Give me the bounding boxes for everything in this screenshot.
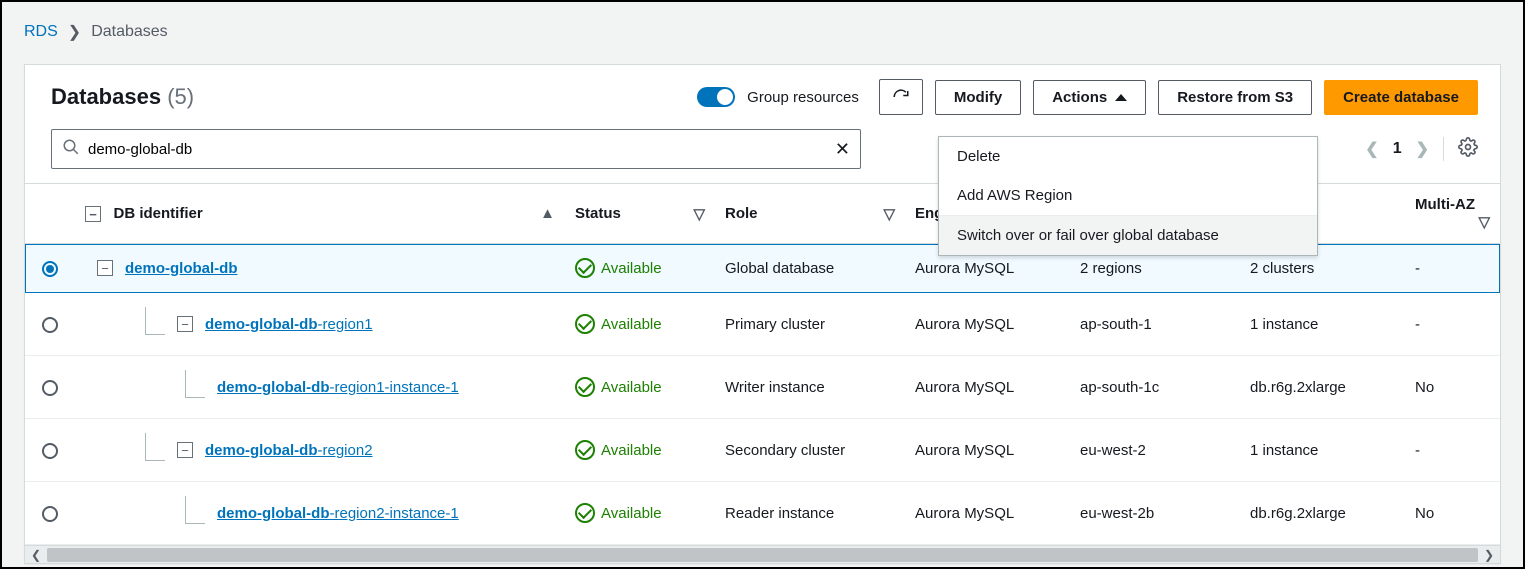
status-badge: Available <box>575 440 662 460</box>
cell-engine: Aurora MySQL <box>905 293 1070 356</box>
horizontal-scrollbar[interactable]: ❮ ❯ <box>25 545 1500 563</box>
cell-role: Writer instance <box>715 356 905 419</box>
db-identifier-link[interactable]: demo-global-db <box>125 260 238 277</box>
refresh-button[interactable] <box>879 79 923 115</box>
tree-line-icon <box>185 370 205 398</box>
sort-icon: ▽ <box>1478 213 1490 231</box>
cell-size: db.r6g.2xlarge <box>1240 482 1405 545</box>
search-box: ✕ <box>51 129 861 169</box>
caret-up-icon <box>1115 94 1127 101</box>
cell-multiaz: - <box>1405 293 1500 356</box>
title-count: (5) <box>167 84 194 109</box>
cell-engine: Aurora MySQL <box>905 482 1070 545</box>
scroll-right-icon[interactable]: ❯ <box>1484 548 1494 562</box>
page-number: 1 <box>1393 140 1402 158</box>
settings-icon[interactable] <box>1458 137 1478 162</box>
check-circle-icon <box>575 503 595 523</box>
search-input[interactable] <box>80 141 835 158</box>
col-multiaz[interactable]: Multi-AZ ▽ <box>1405 184 1500 244</box>
db-identifier-link[interactable]: demo-global-db-region1-instance-1 <box>217 379 459 396</box>
cell-multiaz: No <box>1405 356 1500 419</box>
tree-line-icon <box>145 307 165 335</box>
cell-engine: Aurora MySQL <box>905 419 1070 482</box>
table-row[interactable]: demo-global-db-region1-instance-1 Availab… <box>25 356 1500 419</box>
cell-role: Global database <box>715 244 905 293</box>
select-radio[interactable] <box>42 380 58 396</box>
col-status[interactable]: Status▽ <box>565 184 715 244</box>
scroll-thumb[interactable] <box>47 548 1478 562</box>
tree-line-icon <box>185 496 205 524</box>
cell-role: Secondary cluster <box>715 419 905 482</box>
cell-size: db.r6g.2xlarge <box>1240 356 1405 419</box>
check-circle-icon <box>575 440 595 460</box>
actions-menu-add-region[interactable]: Add AWS Region <box>939 176 1317 215</box>
cell-multiaz: - <box>1405 419 1500 482</box>
group-resources-label: Group resources <box>747 89 859 106</box>
cell-multiaz: - <box>1405 244 1500 293</box>
cell-role: Primary cluster <box>715 293 905 356</box>
check-circle-icon <box>575 258 595 278</box>
actions-dropdown: Delete Add AWS Region Switch over or fai… <box>938 136 1318 256</box>
divider <box>1443 137 1444 161</box>
status-badge: Available <box>575 377 662 397</box>
actions-menu-switchover[interactable]: Switch over or fail over global database <box>939 215 1317 255</box>
cell-size: 1 instance <box>1240 293 1405 356</box>
scroll-left-icon[interactable]: ❮ <box>31 548 41 562</box>
actions-button[interactable]: Actions <box>1033 80 1146 115</box>
db-identifier-link[interactable]: demo-global-db-region2-instance-1 <box>217 505 459 522</box>
status-badge: Available <box>575 258 662 278</box>
collapse-all-icon[interactable]: − <box>85 206 101 222</box>
select-radio[interactable] <box>42 317 58 333</box>
title-text: Databases <box>51 84 161 109</box>
prev-page-icon[interactable]: ❮ <box>1365 139 1378 159</box>
breadcrumb-root[interactable]: RDS <box>24 23 58 41</box>
sort-icon: ▽ <box>693 205 705 223</box>
table-row[interactable]: −demo-global-db-region1 Available Primary … <box>25 293 1500 356</box>
actions-menu-delete[interactable]: Delete <box>939 137 1317 176</box>
cell-region: eu-west-2b <box>1070 482 1240 545</box>
next-page-icon[interactable]: ❯ <box>1416 139 1429 159</box>
restore-from-s3-button[interactable]: Restore from S3 <box>1158 80 1312 115</box>
cell-engine: Aurora MySQL <box>905 356 1070 419</box>
clear-search-icon[interactable]: ✕ <box>835 139 850 160</box>
breadcrumb: RDS ❯ Databases <box>24 22 1501 42</box>
check-circle-icon <box>575 377 595 397</box>
col-db-identifier[interactable]: − DB identifier ▲ <box>75 184 565 244</box>
breadcrumb-current: Databases <box>91 23 168 41</box>
search-icon <box>62 138 80 161</box>
create-database-button[interactable]: Create database <box>1324 80 1478 115</box>
collapse-icon[interactable]: − <box>97 260 113 276</box>
tree-line-icon <box>145 433 165 461</box>
select-radio[interactable] <box>42 443 58 459</box>
table-row[interactable]: demo-global-db-region2-instance-1 Availab… <box>25 482 1500 545</box>
db-identifier-link[interactable]: demo-global-db-region2 <box>205 442 373 459</box>
select-radio[interactable] <box>42 506 58 522</box>
sort-asc-icon: ▲ <box>540 205 555 222</box>
actions-label: Actions <box>1052 89 1107 106</box>
cell-region: ap-south-1c <box>1070 356 1240 419</box>
status-badge: Available <box>575 503 662 523</box>
db-identifier-link[interactable]: demo-global-db-region1 <box>205 316 373 333</box>
cell-size: 1 instance <box>1240 419 1405 482</box>
col-role[interactable]: Role▽ <box>715 184 905 244</box>
refresh-icon <box>892 88 910 106</box>
table-row[interactable]: −demo-global-db-region2 Available Secondar… <box>25 419 1500 482</box>
cell-region: ap-south-1 <box>1070 293 1240 356</box>
select-radio[interactable] <box>42 261 58 277</box>
modify-button[interactable]: Modify <box>935 80 1021 115</box>
sort-icon: ▽ <box>883 205 895 223</box>
panel-header: Databases (5) Group resources Modify Act… <box>25 65 1500 129</box>
cell-role: Reader instance <box>715 482 905 545</box>
cell-multiaz: No <box>1405 482 1500 545</box>
check-circle-icon <box>575 314 595 334</box>
collapse-icon[interactable]: − <box>177 316 193 332</box>
group-resources-toggle[interactable] <box>697 87 735 107</box>
status-badge: Available <box>575 314 662 334</box>
cell-region: eu-west-2 <box>1070 419 1240 482</box>
page-title: Databases (5) <box>51 84 194 110</box>
pager: ❮ 1 ❯ <box>1365 137 1478 162</box>
collapse-icon[interactable]: − <box>177 442 193 458</box>
chevron-right-icon: ❯ <box>68 22 81 42</box>
